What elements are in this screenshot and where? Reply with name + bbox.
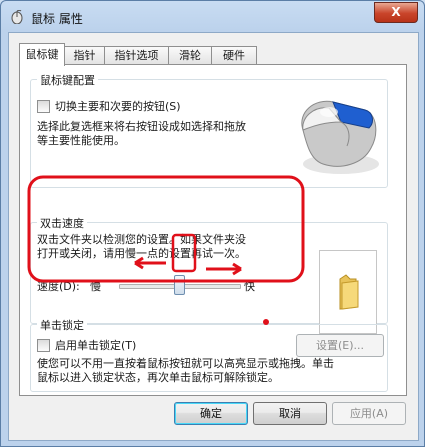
click-lock-option[interactable]: 启用单击锁定(T) bbox=[37, 337, 136, 353]
switch-buttons-option[interactable]: 切换主要和次要的按钮(S) bbox=[37, 98, 181, 114]
double-click-speed-legend: 双击速度 bbox=[37, 215, 87, 231]
click-lock-description: 使您可以不用一直按着鼠标按钮就可以高亮显示或拖拽。单击 鼠标以进入锁定状态，再次… bbox=[37, 357, 383, 385]
click-lock-description-line-1: 使您可以不用一直按着鼠标按钮就可以高亮显示或拖拽。单击 bbox=[37, 357, 334, 370]
window-title: 鼠标 属性 bbox=[31, 12, 83, 26]
click-lock-legend: 单击锁定 bbox=[37, 317, 87, 333]
switch-buttons-checkbox[interactable] bbox=[37, 99, 50, 113]
tab-buttons[interactable]: 鼠标键 bbox=[19, 43, 65, 66]
button-configuration-legend: 鼠标键配置 bbox=[37, 72, 98, 88]
double-click-description-line-2: 打开或关闭，请用慢一点的设置再试一次。 bbox=[37, 247, 246, 260]
button-configuration-group: 鼠标键配置 切换主要和次要的按钮(S) 选择此复选框来将右按钮设成如选择和拖放 … bbox=[30, 72, 388, 188]
tab-hardware[interactable]: 硬件 bbox=[211, 46, 257, 65]
mouse-illustration-icon bbox=[301, 100, 379, 174]
dialog-client-area: 鼠标键 指针 指针选项 滑轮 硬件 鼠标键配置 切换主要和次要的按钮(S) 选择… bbox=[8, 32, 419, 441]
switch-buttons-label[interactable]: 切换主要和次要的按钮(S) bbox=[55, 98, 181, 114]
slow-label: 慢 bbox=[90, 280, 101, 293]
double-click-description-line-1: 双击文件夹以检测您的设置。如果文件夹没 bbox=[37, 233, 246, 246]
click-lock-checkbox[interactable] bbox=[37, 338, 50, 352]
double-click-speed-group: 双击速度 双击文件夹以检测您的设置。如果文件夹没 打开或关闭，请用慢一点的设置再… bbox=[30, 215, 388, 334]
cancel-button[interactable]: 取消 bbox=[253, 402, 327, 425]
tab-pointer-options[interactable]: 指针选项 bbox=[104, 46, 169, 65]
close-button[interactable]: X bbox=[374, 2, 418, 23]
switch-buttons-description: 选择此复选框来将右按钮设成如选择和拖放 等主要性能使用。 bbox=[37, 120, 277, 148]
ok-button[interactable]: 确定 bbox=[174, 402, 248, 425]
tab-pointers[interactable]: 指针 bbox=[64, 46, 105, 65]
buttons-tab-panel: 鼠标键配置 切换主要和次要的按钮(S) 选择此复选框来将右按钮设成如选择和拖放 … bbox=[19, 64, 407, 396]
apply-button[interactable]: 应用(A) bbox=[332, 402, 406, 425]
test-folder-area[interactable] bbox=[319, 250, 377, 334]
double-click-description: 双击文件夹以检测您的设置。如果文件夹没 打开或关闭，请用慢一点的设置再试一次。 bbox=[37, 233, 297, 261]
mouse-properties-window: 鼠标 属性 X 鼠标键 指针 指针选项 滑轮 硬件 鼠标键配置 切换主要和次要的… bbox=[0, 0, 425, 447]
double-click-speed-thumb[interactable] bbox=[174, 275, 185, 295]
folder-icon[interactable] bbox=[320, 251, 376, 333]
click-lock-settings-button[interactable]: 设置(E)... bbox=[296, 334, 384, 357]
click-lock-label[interactable]: 启用单击锁定(T) bbox=[55, 337, 136, 353]
mouse-icon bbox=[11, 10, 23, 24]
fast-label: 快 bbox=[244, 280, 255, 293]
tab-wheel[interactable]: 滑轮 bbox=[168, 46, 212, 65]
switch-description-line-2: 等主要性能使用。 bbox=[37, 134, 125, 147]
click-lock-description-line-2: 鼠标以进入锁定状态，再次单击鼠标可解除锁定。 bbox=[37, 371, 279, 384]
switch-description-line-1: 选择此复选框来将右按钮设成如选择和拖放 bbox=[37, 120, 246, 133]
click-lock-group: 单击锁定 启用单击锁定(T) 设置(E)... 使您可以不用一直按着鼠标按钮就可… bbox=[30, 317, 388, 392]
speed-label: 速度(D): bbox=[37, 280, 80, 293]
title-bar[interactable]: 鼠标 属性 X bbox=[1, 1, 424, 33]
